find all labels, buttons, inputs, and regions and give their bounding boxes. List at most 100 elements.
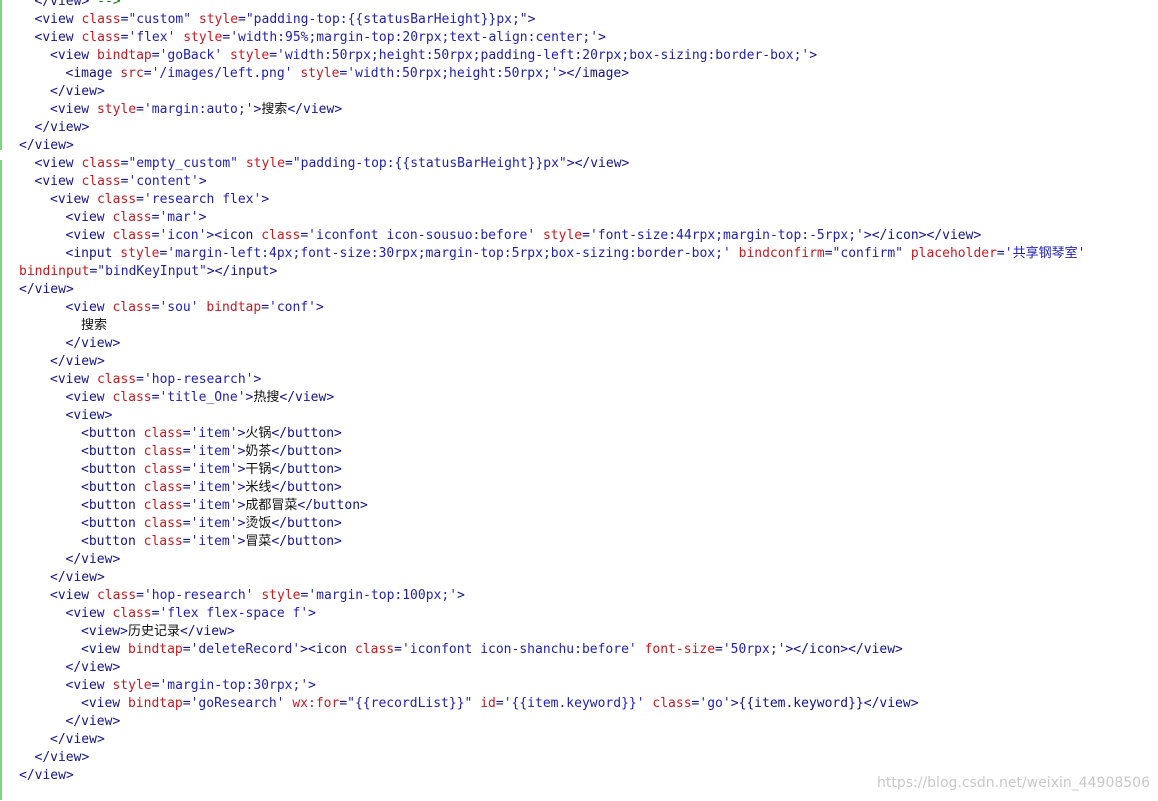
code-token: > bbox=[598, 30, 606, 45]
code-line[interactable]: <view class='research flex'> bbox=[50, 191, 269, 209]
code-token: > bbox=[261, 192, 270, 207]
code-token: = bbox=[182, 498, 191, 513]
code-line[interactable]: </view> bbox=[50, 569, 105, 587]
code-token: '50rpx;' bbox=[722, 642, 786, 657]
code-line[interactable]: <view> bbox=[66, 407, 113, 425]
code-line[interactable]: <button class='item'>火锅</button> bbox=[81, 425, 342, 443]
code-token: >{{item.keyword}}</view> bbox=[730, 696, 919, 711]
code-line[interactable]: </view> bbox=[66, 713, 121, 731]
code-token: bindconfirm bbox=[738, 246, 825, 261]
code-line[interactable]: <view style='margin:auto;'>搜索</view> bbox=[50, 101, 342, 119]
code-line[interactable]: <view bindtap='goResearch' wx:for="{{rec… bbox=[81, 695, 919, 713]
code-token: <view bbox=[50, 372, 97, 387]
code-line[interactable]: </view> bbox=[66, 551, 121, 569]
code-token: 'go' bbox=[699, 696, 731, 711]
code-token: class bbox=[96, 588, 137, 603]
code-token: class bbox=[81, 174, 121, 189]
code-token: </view> bbox=[19, 138, 74, 153]
code-token: > bbox=[457, 588, 465, 603]
code-editor[interactable]: </view> --> <view class="custom" style="p… bbox=[0, 0, 1158, 801]
code-line[interactable]: <view class='sou' bindtap='conf'> bbox=[66, 299, 324, 317]
code-line[interactable]: bindinput="bindKeyInput"></input> bbox=[19, 263, 277, 281]
code-line[interactable]: <button class='item'>干锅</button> bbox=[81, 461, 342, 479]
code-line[interactable]: <view class='title_One'>热搜</view> bbox=[66, 389, 335, 407]
code-line[interactable]: <view>历史记录</view> bbox=[81, 623, 235, 641]
code-token: > bbox=[308, 606, 316, 621]
code-token: style bbox=[120, 246, 160, 261]
code-token: <input bbox=[65, 246, 121, 261]
code-token: class bbox=[143, 480, 183, 495]
code-token: 'item' bbox=[190, 480, 238, 495]
code-token: <view bbox=[34, 12, 82, 27]
code-token: = bbox=[582, 228, 590, 243]
code-token: <image bbox=[65, 66, 121, 81]
code-line[interactable]: </view> bbox=[66, 659, 121, 677]
code-line[interactable]: <view class='flex flex-space f'> bbox=[66, 605, 316, 623]
code-token: 'deleteRecord' bbox=[190, 642, 301, 657]
code-token: <view bbox=[65, 210, 113, 225]
code-line[interactable]: </view> --> bbox=[35, 0, 121, 11]
code-token: <button bbox=[81, 498, 144, 513]
code-token: </view> bbox=[50, 732, 105, 747]
code-token: = bbox=[143, 66, 152, 81]
code-token: </button> bbox=[271, 534, 342, 549]
code-token: </view> bbox=[287, 102, 343, 117]
code-token: 干锅 bbox=[245, 462, 272, 477]
code-line[interactable]: <button class='item'>烫饭</button> bbox=[81, 515, 342, 533]
code-token: = bbox=[824, 246, 833, 261]
code-token: 成都冒菜 bbox=[245, 498, 298, 513]
code-line[interactable]: <view class='hop-research' style='margin… bbox=[50, 587, 465, 605]
code-line[interactable]: </view> bbox=[19, 767, 74, 785]
code-token: <button bbox=[81, 462, 144, 477]
code-token: bindtap bbox=[127, 696, 183, 711]
code-line[interactable]: <view style='margin-top:30rpx;'> bbox=[66, 677, 316, 695]
code-token: class bbox=[652, 696, 692, 711]
code-line[interactable]: </view> bbox=[19, 137, 74, 155]
code-line[interactable]: <image src='/images/left.png' style='wid… bbox=[66, 65, 630, 83]
code-token: 'item' bbox=[190, 498, 238, 513]
code-token: = bbox=[182, 426, 191, 441]
code-token: <view bbox=[50, 102, 97, 117]
code-line[interactable]: </view> bbox=[50, 731, 105, 749]
code-token: = bbox=[182, 480, 191, 495]
code-line[interactable]: <input style = 'margin-left:4px;font-size:… bbox=[66, 245, 1086, 263]
code-line[interactable]: 搜索 bbox=[81, 317, 107, 335]
code-line[interactable]: </view> bbox=[35, 119, 90, 137]
code-token: class bbox=[143, 462, 183, 477]
code-line[interactable]: <button class='item'>冒菜</button> bbox=[81, 533, 342, 551]
code-line[interactable]: <view class='icon'><icon class='iconfont… bbox=[66, 227, 982, 245]
code-token: class bbox=[143, 444, 183, 459]
code-token: <button bbox=[81, 426, 144, 441]
code-token: = bbox=[182, 642, 191, 657]
code-token: </button> bbox=[271, 426, 342, 441]
code-token: ></image> bbox=[558, 66, 630, 81]
code-token: </button> bbox=[297, 498, 368, 513]
code-token: </view> bbox=[65, 660, 121, 675]
code-token: class bbox=[354, 642, 395, 657]
code-token: class bbox=[112, 390, 152, 405]
code-line[interactable]: <view class='flex' style='width:95%;marg… bbox=[35, 29, 606, 47]
code-token: font-size bbox=[644, 642, 716, 657]
code-line[interactable]: <view class='mar'> bbox=[66, 209, 207, 227]
code-line[interactable]: <view bindtap='goBack' style='width:50rp… bbox=[50, 47, 817, 65]
code-token: = bbox=[182, 696, 191, 711]
code-line[interactable]: <view class='content'> bbox=[35, 173, 207, 191]
code-line[interactable]: </view> bbox=[19, 281, 74, 299]
code-line[interactable]: <button class='item'>成都冒菜</button> bbox=[81, 497, 368, 515]
code-line[interactable]: </view> bbox=[66, 335, 121, 353]
code-line[interactable]: </view> bbox=[50, 353, 105, 371]
code-token: 'font-size:44rpx;margin-top:-5rpx;' bbox=[589, 228, 864, 243]
code-line[interactable]: <view class='hop-research'> bbox=[50, 371, 261, 389]
code-token: 'width:95%;margin-top:20rpx;text-align:c… bbox=[230, 30, 599, 45]
code-line[interactable]: <button class='item'>米线</button> bbox=[81, 479, 342, 497]
code-line[interactable]: </view> bbox=[50, 83, 105, 101]
code-token: 'hop-research' bbox=[143, 372, 254, 387]
code-line[interactable]: <view class="empty_custom" style="paddin… bbox=[35, 155, 630, 173]
code-token: 搜索 bbox=[81, 318, 108, 333]
code-line[interactable]: <view bindtap='deleteRecord'><icon class… bbox=[81, 641, 903, 659]
gutter-change-marker bbox=[0, 560, 2, 800]
code-line[interactable]: <button class='item'>奶茶</button> bbox=[81, 443, 342, 461]
code-line[interactable]: </view> bbox=[35, 749, 90, 767]
code-line[interactable]: <view class="custom" style="padding-top:… bbox=[35, 11, 536, 29]
code-token: </view> bbox=[65, 714, 121, 729]
